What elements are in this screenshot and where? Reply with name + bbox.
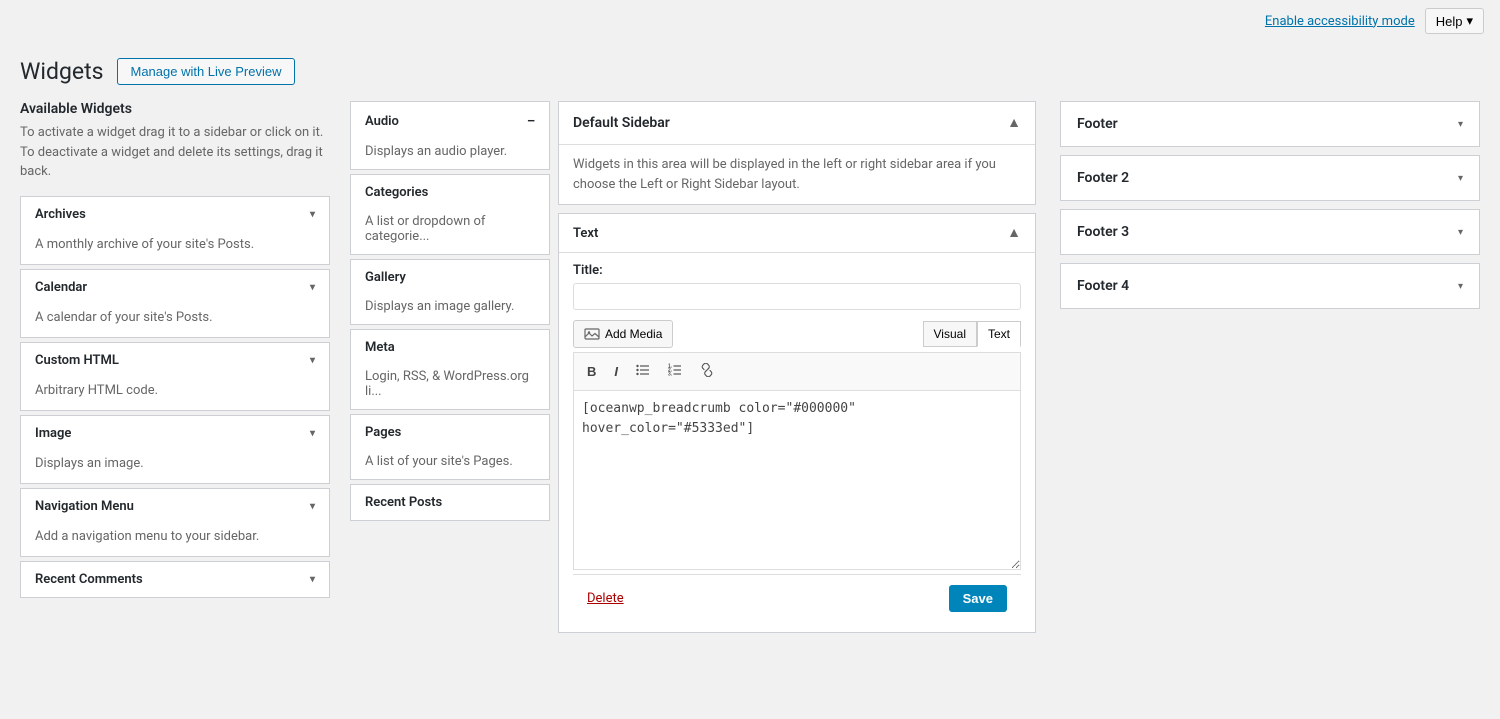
help-button[interactable]: Help ▾ xyxy=(1425,8,1484,34)
footer-top-label: Footer xyxy=(1077,116,1118,132)
bold-button[interactable]: B xyxy=(580,360,603,383)
link-button[interactable] xyxy=(693,359,721,384)
text-widget-title-label: Text xyxy=(573,226,598,241)
image-desc: Displays an image. xyxy=(21,451,329,483)
footer-area-4[interactable]: Footer 4 ▾ xyxy=(1060,263,1480,309)
navigation-menu-desc: Add a navigation menu to your sidebar. xyxy=(21,524,329,556)
calendar-chevron: ▾ xyxy=(310,282,315,293)
available-widgets-panel: Available Widgets To activate a widget d… xyxy=(20,101,330,602)
title-field-input[interactable] xyxy=(573,283,1021,310)
footer-3-label: Footer 3 xyxy=(1077,224,1129,240)
page-header: Widgets Manage with Live Preview xyxy=(20,58,1480,85)
widget-meta[interactable]: Meta Login, RSS, & WordPress.org li... xyxy=(350,329,550,410)
widget-footer: Delete Save xyxy=(573,574,1021,622)
custom-html-chevron: ▾ xyxy=(310,355,315,366)
widget-archives[interactable]: Archives ▾ A monthly archive of your sit… xyxy=(20,196,330,265)
top-bar: Enable accessibility mode Help ▾ xyxy=(0,0,1500,42)
format-toolbar: B I xyxy=(573,352,1021,390)
widget-navigation-menu[interactable]: Navigation Menu ▾ Add a navigation menu … xyxy=(20,488,330,557)
recent-comments-chevron: ▾ xyxy=(310,574,315,585)
calendar-desc: A calendar of your site's Posts. xyxy=(21,305,329,337)
widget-recent-posts[interactable]: Recent Posts xyxy=(350,484,550,521)
footer-3-chevron: ▾ xyxy=(1458,227,1463,238)
available-widgets-heading: Available Widgets xyxy=(20,101,330,117)
accessibility-link[interactable]: Enable accessibility mode xyxy=(1265,14,1415,29)
image-chevron: ▾ xyxy=(310,428,315,439)
page-title: Widgets xyxy=(20,58,103,85)
default-sidebar-panel: Default Sidebar ▲ Widgets in this area w… xyxy=(558,101,1036,205)
default-sidebar-description: Widgets in this area will be displayed i… xyxy=(559,145,1035,204)
navigation-menu-chevron: ▾ xyxy=(310,501,315,512)
footer-areas-panel: Footer ▾ Footer 2 ▾ Footer 3 ▾ Footer 4 xyxy=(1060,101,1480,317)
text-widget-collapse-button[interactable]: ▲ xyxy=(1007,224,1021,242)
widget-gallery[interactable]: Gallery Displays an image gallery. xyxy=(350,259,550,325)
text-editor-area[interactable]: [oceanwp_breadcrumb color="#000000" hove… xyxy=(573,390,1021,570)
available-widgets-desc: To activate a widget drag it to a sideba… xyxy=(20,123,330,182)
svg-text:3.: 3. xyxy=(668,372,673,378)
footer-top-chevron: ▾ xyxy=(1458,119,1463,130)
ol-icon: 1. 2. 3. xyxy=(668,363,682,377)
link-icon xyxy=(700,363,714,377)
categories-desc: A list or dropdown of categorie... xyxy=(351,210,549,254)
add-media-icon xyxy=(584,326,600,342)
pages-desc: A list of your site's Pages. xyxy=(351,450,549,479)
widget-image[interactable]: Image ▾ Displays an image. xyxy=(20,415,330,484)
footer-2-chevron: ▾ xyxy=(1458,173,1463,184)
save-button[interactable]: Save xyxy=(949,585,1007,612)
default-sidebar-collapse-button[interactable]: ▲ xyxy=(1007,114,1021,132)
footer-4-label: Footer 4 xyxy=(1077,278,1129,294)
unordered-list-button[interactable] xyxy=(629,359,657,384)
footer-4-chevron: ▾ xyxy=(1458,281,1463,292)
footer-area-3[interactable]: Footer 3 ▾ xyxy=(1060,209,1480,255)
text-tab[interactable]: Text xyxy=(977,321,1021,347)
text-widget-expanded: Text ▲ Title: xyxy=(558,213,1036,633)
add-media-button[interactable]: Add Media xyxy=(573,320,673,348)
widget-recent-comments[interactable]: Recent Comments ▾ xyxy=(20,561,330,598)
title-field-label: Title: xyxy=(573,263,1021,278)
delete-link[interactable]: Delete xyxy=(587,591,624,606)
italic-button[interactable]: I xyxy=(607,360,625,383)
audio-desc: Displays an audio player. xyxy=(351,140,549,169)
footer-area-top[interactable]: Footer ▾ xyxy=(1060,101,1480,147)
footer-2-label: Footer 2 xyxy=(1077,170,1129,186)
widget-pages[interactable]: Pages A list of your site's Pages. xyxy=(350,414,550,480)
widget-custom-html[interactable]: Custom HTML ▾ Arbitrary HTML code. xyxy=(20,342,330,411)
live-preview-button[interactable]: Manage with Live Preview xyxy=(117,58,294,85)
editor-tabs: Visual Text xyxy=(923,321,1021,347)
widget-categories[interactable]: Categories A list or dropdown of categor… xyxy=(350,174,550,255)
center-left-col: Audio − Displays an audio player. Catego… xyxy=(350,101,550,641)
custom-html-desc: Arbitrary HTML code. xyxy=(21,378,329,410)
meta-desc: Login, RSS, & WordPress.org li... xyxy=(351,365,549,409)
archives-chevron: ▾ xyxy=(310,209,315,220)
archives-desc: A monthly archive of your site's Posts. xyxy=(21,232,329,264)
ordered-list-button[interactable]: 1. 2. 3. xyxy=(661,359,689,384)
widget-audio[interactable]: Audio − Displays an audio player. xyxy=(350,101,550,170)
default-sidebar-title: Default Sidebar xyxy=(573,115,670,131)
footer-area-2[interactable]: Footer 2 ▾ xyxy=(1060,155,1480,201)
default-sidebar-area: Default Sidebar ▲ Widgets in this area w… xyxy=(558,101,1036,641)
widget-calendar[interactable]: Calendar ▾ A calendar of your site's Pos… xyxy=(20,269,330,338)
audio-minimize-button[interactable]: − xyxy=(527,112,535,130)
gallery-desc: Displays an image gallery. xyxy=(351,295,549,324)
ul-icon xyxy=(636,363,650,377)
visual-tab[interactable]: Visual xyxy=(923,321,977,347)
